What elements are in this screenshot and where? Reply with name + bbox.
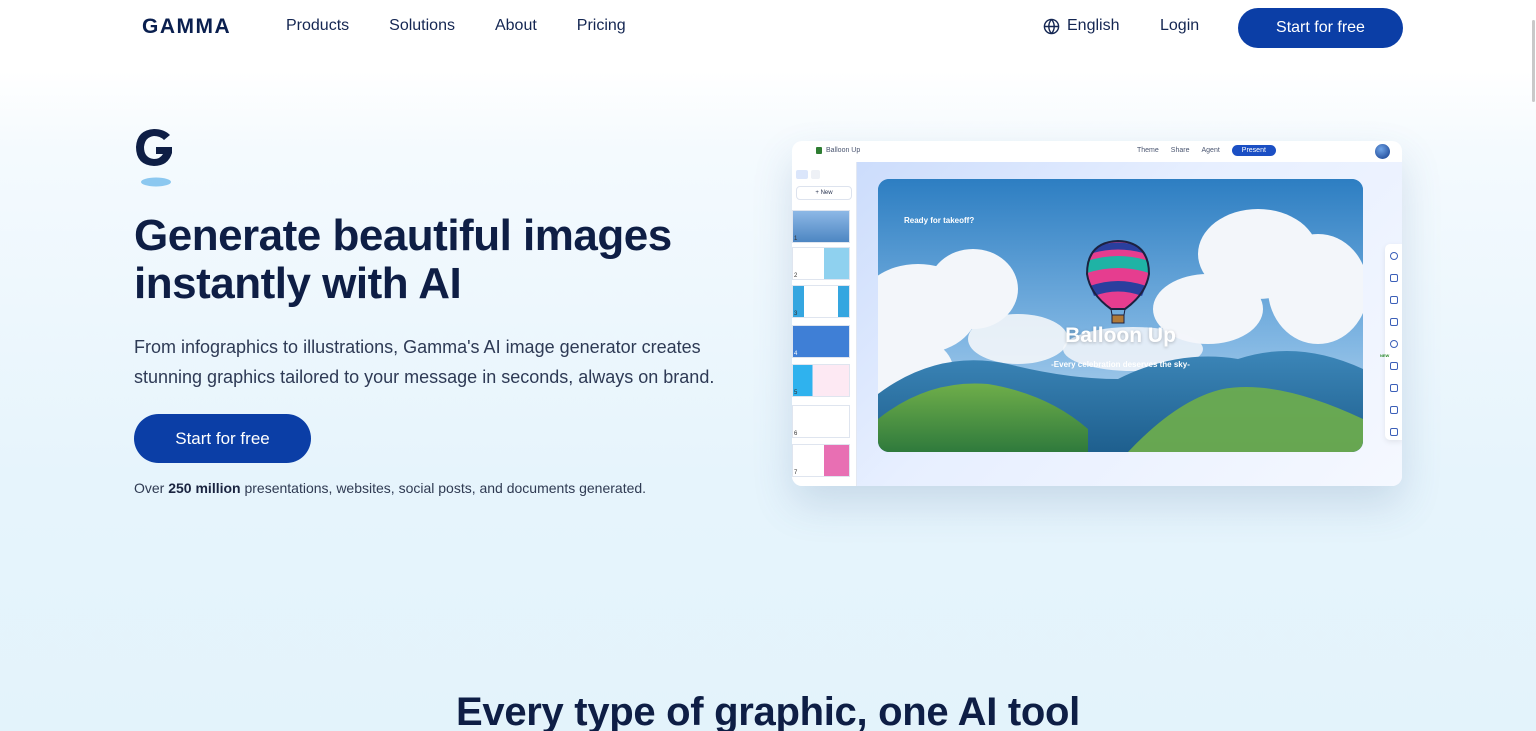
stat-prefix: Over xyxy=(134,480,169,496)
stat-suffix: presentations, websites, social posts, a… xyxy=(240,480,647,496)
stat-highlight: 250 million xyxy=(168,480,241,496)
slide-thumbnail[interactable]: 6 xyxy=(792,405,850,438)
slide-thumbnail[interactable]: 3 xyxy=(792,285,850,318)
nav-link-solutions[interactable]: Solutions xyxy=(389,17,455,35)
slide-number: 5 xyxy=(794,390,798,396)
gamma-logo[interactable]: GAMMA xyxy=(142,15,231,39)
slide-number: 1 xyxy=(794,236,798,242)
top-navigation: GAMMA Products Solutions About Pricing E… xyxy=(0,0,1536,55)
slide-thumbnail[interactable]: 2 xyxy=(792,247,850,280)
avatar[interactable] xyxy=(1375,144,1390,159)
theme-button[interactable]: Theme xyxy=(1137,147,1159,154)
text-icon[interactable] xyxy=(1390,274,1398,282)
nav-links: Products Solutions About Pricing xyxy=(286,17,626,35)
slide-thumbnail[interactable]: 7 xyxy=(792,444,850,477)
nav-link-about[interactable]: About xyxy=(495,17,537,35)
chart-icon[interactable] xyxy=(1390,362,1398,370)
slide-number: 3 xyxy=(794,311,798,317)
toggle-icon[interactable] xyxy=(1390,340,1398,348)
app-topbar: Balloon Up Theme Share Agent Present xyxy=(792,141,1402,162)
panel-header xyxy=(792,162,856,186)
slide-title: Balloon Up xyxy=(1065,324,1176,347)
usage-stat: Over 250 million presentations, websites… xyxy=(134,480,646,496)
share-button[interactable]: Share xyxy=(1171,147,1190,154)
agent-button[interactable]: Agent xyxy=(1201,147,1219,154)
doc-title: Balloon Up xyxy=(826,147,861,154)
hero-title: Generate beautiful images instantly with… xyxy=(134,212,774,308)
gamma-g-icon xyxy=(136,129,172,187)
hero-description-line-2: stunning graphics tailored to your messa… xyxy=(134,367,715,387)
slide-number: 4 xyxy=(794,351,798,357)
right-toolbar xyxy=(1385,244,1402,440)
start-for-free-hero-button[interactable]: Start for free xyxy=(134,414,311,463)
panel-grid-icon[interactable] xyxy=(811,169,820,179)
slide-number: 6 xyxy=(794,431,798,437)
app-actions: Theme Share Agent Present xyxy=(1137,145,1276,156)
hero-title-line-1: Generate beautiful images xyxy=(134,211,672,260)
slide-thumbnail[interactable]: 4 xyxy=(792,325,850,358)
slide-thumbnail[interactable]: 1 xyxy=(792,210,850,243)
hero-description-line-1: From infographics to illustrations, Gamm… xyxy=(134,337,701,357)
table-icon[interactable] xyxy=(1390,384,1398,392)
scrollbar[interactable] xyxy=(1530,0,1536,731)
search-icon[interactable] xyxy=(1390,252,1398,260)
layout-icon[interactable] xyxy=(1390,318,1398,326)
image-icon[interactable] xyxy=(1390,296,1398,304)
hero-title-line-2: instantly with AI xyxy=(134,259,462,308)
language-label: English xyxy=(1067,17,1120,34)
doc-breadcrumb: Balloon Up xyxy=(816,147,860,154)
doc-icon xyxy=(816,147,822,154)
new-slide-button[interactable]: + New xyxy=(796,186,852,200)
slide-kicker: Ready for takeoff? xyxy=(904,216,975,225)
start-for-free-nav-button[interactable]: Start for free xyxy=(1238,8,1403,48)
database-icon[interactable] xyxy=(1390,406,1398,414)
edit-icon[interactable] xyxy=(1390,428,1398,436)
nav-link-pricing[interactable]: Pricing xyxy=(577,17,626,35)
section-title: Every type of graphic, one AI tool xyxy=(456,690,1080,731)
app-canvas: + New 1 2 3 4 5 6 7 Ready for takeoff? B… xyxy=(792,162,1402,486)
login-link[interactable]: Login xyxy=(1160,17,1199,35)
slide-subtitle: -Every celebration deserves the sky- xyxy=(1051,360,1190,369)
slide-number: 2 xyxy=(794,273,798,279)
main-slide[interactable]: Ready for takeoff? Balloon Up -Every cel… xyxy=(878,179,1363,452)
slide-thumbnail[interactable]: 5 xyxy=(792,364,850,397)
slide-number: 7 xyxy=(794,470,798,476)
present-button[interactable]: Present xyxy=(1231,145,1276,156)
panel-view-icon[interactable] xyxy=(796,169,808,179)
slides-panel: + New 1 2 3 4 5 6 7 xyxy=(792,162,857,486)
nav-link-products[interactable]: Products xyxy=(286,17,349,35)
scrollbar-thumb[interactable] xyxy=(1532,20,1535,102)
hero-description: From infographics to illustrations, Gamm… xyxy=(134,332,774,392)
app-preview: Balloon Up Theme Share Agent Present + N… xyxy=(792,141,1402,486)
language-selector[interactable]: English xyxy=(1043,17,1119,35)
globe-icon xyxy=(1043,18,1060,34)
new-badge: NEW xyxy=(1380,353,1390,358)
